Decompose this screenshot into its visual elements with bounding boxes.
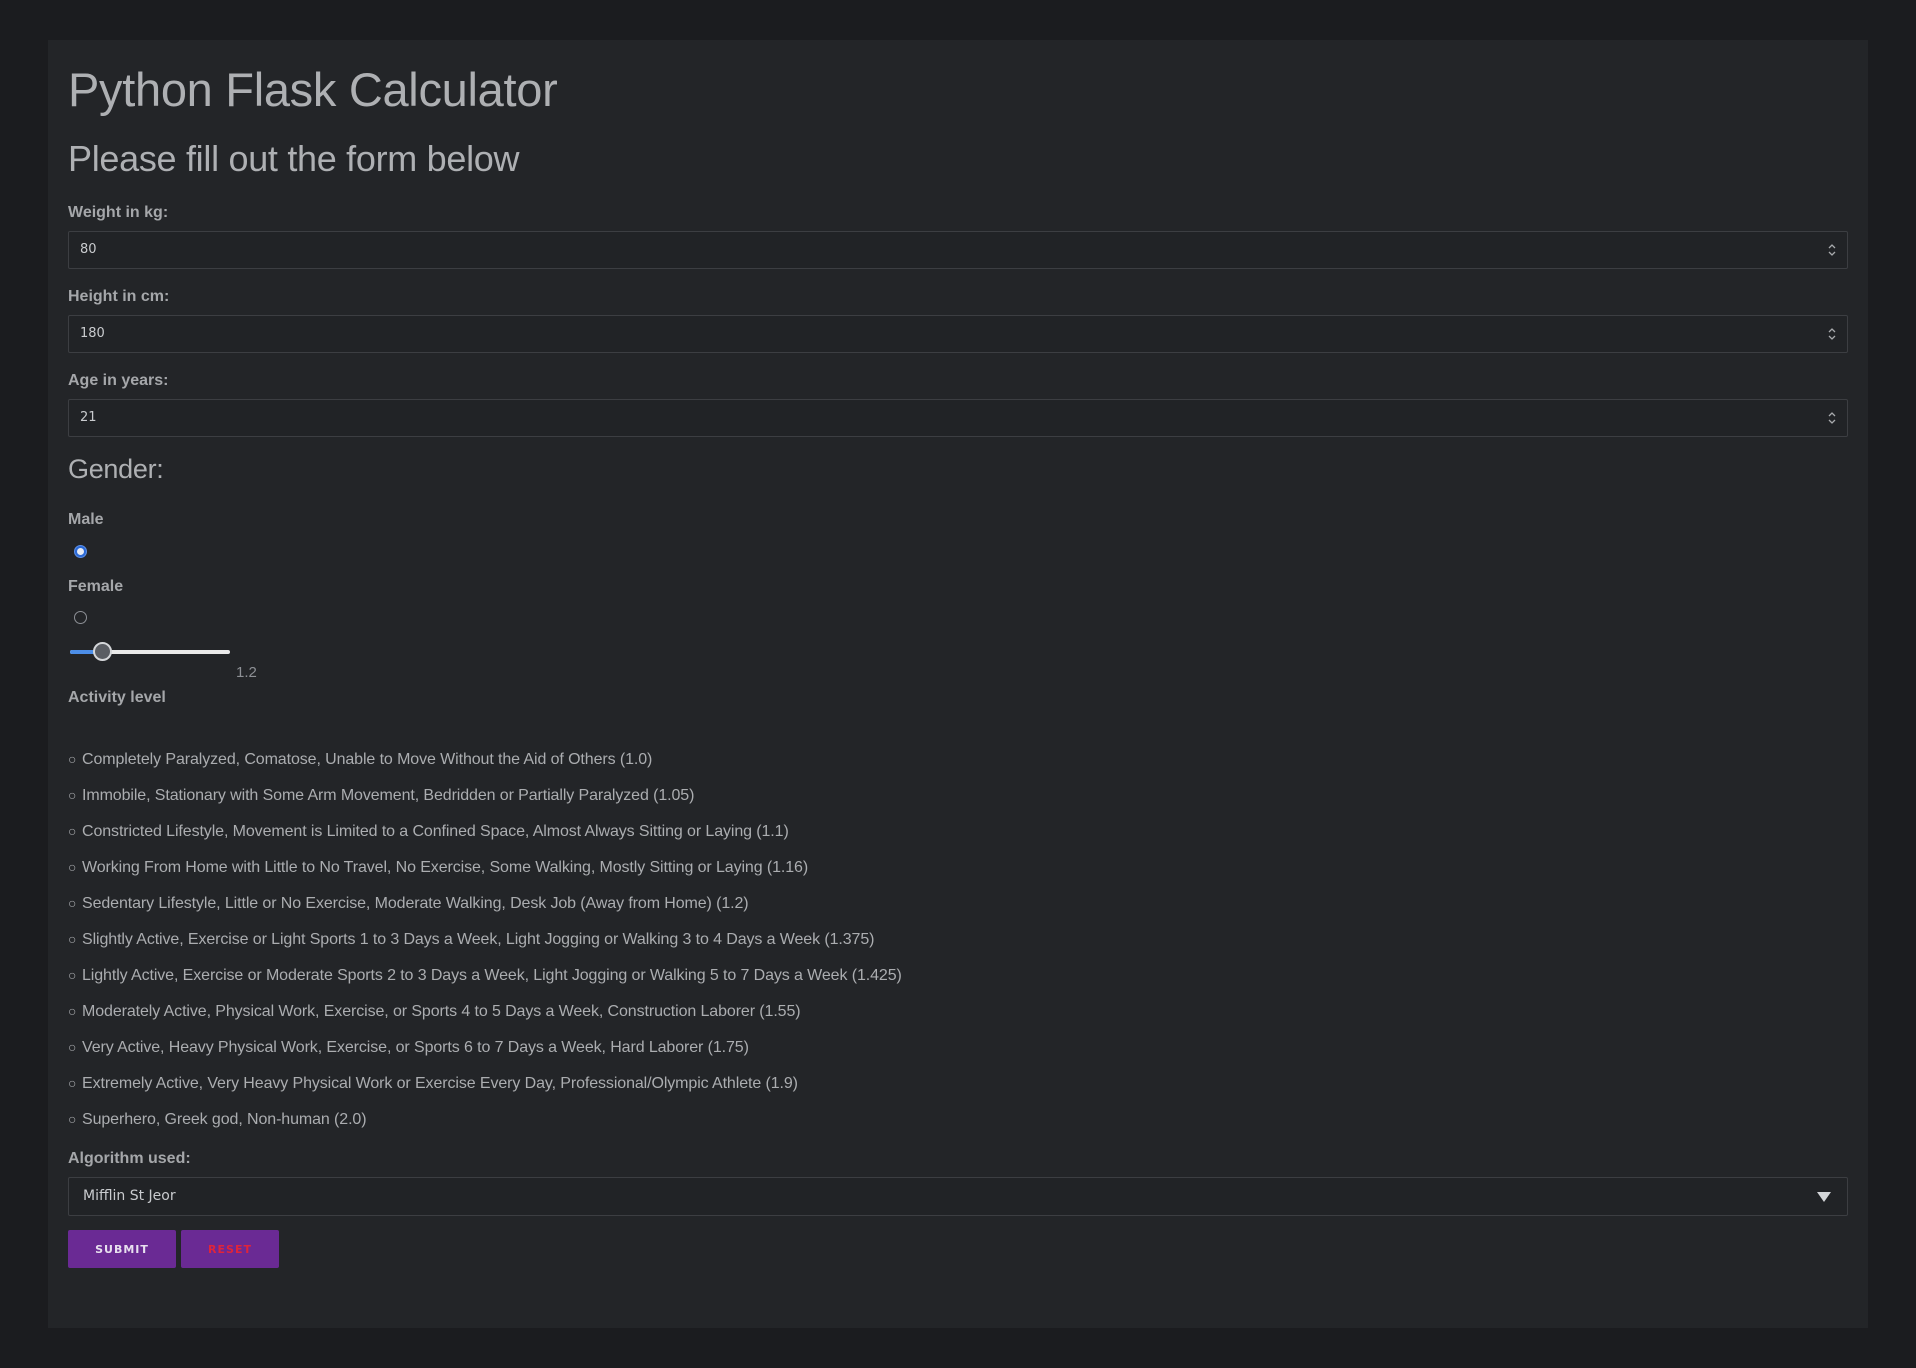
- male-radio[interactable]: [74, 545, 87, 558]
- activity-option-label: Sedentary Lifestyle, Little or No Exerci…: [82, 895, 749, 912]
- circle-bullet-icon: ○: [68, 967, 77, 983]
- activity-label: Activity level: [68, 689, 166, 706]
- submit-button[interactable]: SUBMIT: [68, 1230, 176, 1268]
- age-value: 21: [80, 410, 97, 425]
- algorithm-selected-value: Mifflin St Jeor: [83, 1188, 176, 1204]
- activity-option: ○ Completely Paralyzed, Comatose, Unable …: [68, 751, 902, 787]
- page-title: Python Flask Calculator: [68, 63, 558, 116]
- activity-option: ○ Lightly Active, Exercise or Moderate Sp…: [68, 967, 902, 1003]
- activity-option-label: Lightly Active, Exercise or Moderate Spo…: [82, 967, 902, 984]
- activity-option: ○ Very Active, Heavy Physical Work, Exerc…: [68, 1039, 902, 1075]
- height-input[interactable]: 180: [68, 315, 1848, 353]
- age-label: Age in years:: [68, 372, 169, 389]
- reset-button[interactable]: RESET: [181, 1230, 279, 1268]
- weight-input[interactable]: 80: [68, 231, 1848, 269]
- female-radio[interactable]: [74, 611, 87, 624]
- activity-option: ○ Slightly Active, Exercise or Light Spor…: [68, 931, 902, 967]
- circle-bullet-icon: ○: [68, 751, 77, 767]
- activity-option-label: Immobile, Stationary with Some Arm Movem…: [82, 787, 695, 804]
- algorithm-select[interactable]: Mifflin St Jeor: [68, 1177, 1848, 1216]
- activity-option-label: Superhero, Greek god, Non-human (2.0): [82, 1111, 367, 1128]
- activity-option: ○ Immobile, Stationary with Some Arm Move…: [68, 787, 902, 823]
- weight-label: Weight in kg:: [68, 204, 169, 221]
- activity-slider[interactable]: [70, 642, 232, 662]
- age-input[interactable]: 21: [68, 399, 1848, 437]
- male-label: Male: [68, 511, 104, 528]
- circle-bullet-icon: ○: [68, 823, 77, 839]
- activity-option: ○ Working From Home with Little to No Tra…: [68, 859, 902, 895]
- activity-option: ○ Superhero, Greek god, Non-human (2.0): [68, 1111, 902, 1147]
- page-subtitle: Please fill out the form below: [68, 138, 520, 179]
- circle-bullet-icon: ○: [68, 1075, 77, 1091]
- circle-bullet-icon: ○: [68, 859, 77, 875]
- female-label: Female: [68, 578, 124, 595]
- activity-option-label: Constricted Lifestyle, Movement is Limit…: [82, 823, 789, 840]
- circle-bullet-icon: ○: [68, 931, 77, 947]
- activity-option-label: Completely Paralyzed, Comatose, Unable t…: [82, 751, 653, 768]
- activity-option: ○ Sedentary Lifestyle, Little or No Exerc…: [68, 895, 902, 931]
- circle-bullet-icon: ○: [68, 895, 77, 911]
- form-card: Python Flask Calculator Please fill out …: [48, 40, 1868, 1328]
- circle-bullet-icon: ○: [68, 1003, 77, 1019]
- slider-thumb[interactable]: [93, 642, 112, 661]
- height-value: 180: [80, 326, 105, 341]
- spinner-updown-icon[interactable]: [1827, 241, 1837, 259]
- activity-option-label: Extremely Active, Very Heavy Physical Wo…: [82, 1075, 798, 1092]
- algorithm-label: Algorithm used:: [68, 1150, 191, 1167]
- caret-down-icon: [1817, 1192, 1831, 1202]
- activity-list: ○ Completely Paralyzed, Comatose, Unable …: [68, 751, 902, 1147]
- weight-value: 80: [80, 242, 97, 257]
- circle-bullet-icon: ○: [68, 787, 77, 803]
- spinner-updown-icon[interactable]: [1827, 409, 1837, 427]
- circle-bullet-icon: ○: [68, 1111, 77, 1127]
- activity-option-label: Moderately Active, Physical Work, Exerci…: [82, 1003, 801, 1020]
- circle-bullet-icon: ○: [68, 1039, 77, 1055]
- activity-option: ○ Extremely Active, Very Heavy Physical W…: [68, 1075, 902, 1111]
- activity-option-label: Very Active, Heavy Physical Work, Exerci…: [82, 1039, 749, 1056]
- activity-option: ○ Moderately Active, Physical Work, Exerc…: [68, 1003, 902, 1039]
- gender-heading: Gender:: [68, 454, 164, 484]
- activity-option-label: Working From Home with Little to No Trav…: [82, 859, 809, 876]
- activity-option-label: Slightly Active, Exercise or Light Sport…: [82, 931, 875, 948]
- spinner-updown-icon[interactable]: [1827, 325, 1837, 343]
- slider-value: 1.2: [236, 664, 257, 681]
- activity-option: ○ Constricted Lifestyle, Movement is Limi…: [68, 823, 902, 859]
- height-label: Height in cm:: [68, 288, 170, 305]
